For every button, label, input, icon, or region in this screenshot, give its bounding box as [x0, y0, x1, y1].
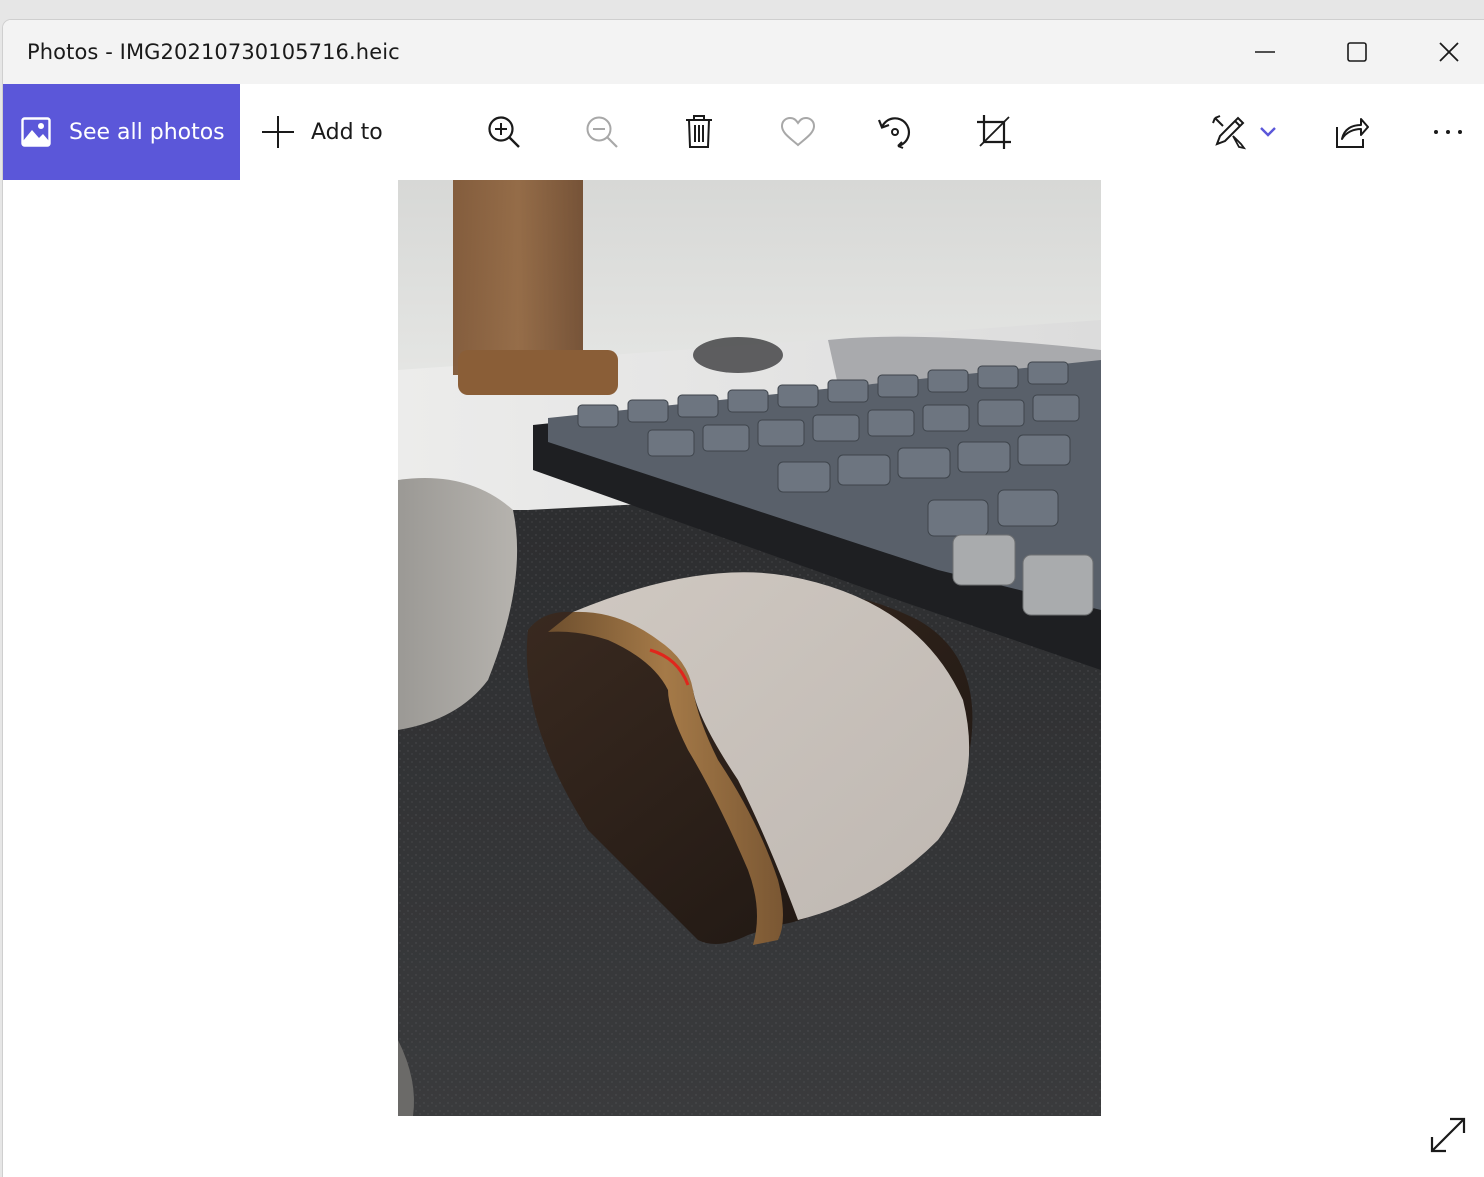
- chevron-down-icon: [1260, 127, 1276, 137]
- maximize-icon: [1347, 42, 1367, 62]
- zoom-out-button[interactable]: [582, 112, 622, 152]
- zoom-in-icon: [488, 116, 520, 148]
- fullscreen-button[interactable]: [1428, 1115, 1468, 1155]
- photos-window: Photos - IMG20210730105716.heic See all …: [3, 20, 1484, 1177]
- favorite-button[interactable]: [778, 112, 818, 152]
- close-icon: [1439, 42, 1459, 62]
- more-icon: [1434, 130, 1462, 134]
- heart-icon: [780, 116, 816, 147]
- maximize-button[interactable]: [1311, 20, 1403, 84]
- photo-image[interactable]: [398, 180, 1101, 1116]
- window-title: Photos - IMG20210730105716.heic: [27, 40, 400, 64]
- zoom-in-button[interactable]: [484, 112, 524, 152]
- minimize-icon: [1255, 51, 1275, 53]
- edit-dropdown-button[interactable]: [1254, 112, 1282, 152]
- image-icon: [21, 117, 51, 147]
- share-icon: [1336, 118, 1369, 148]
- share-button[interactable]: [1332, 112, 1372, 152]
- add-to-label: Add to: [311, 119, 383, 145]
- crop-icon: [977, 115, 1011, 149]
- zoom-out-icon: [586, 116, 618, 148]
- rotate-button[interactable]: [875, 112, 915, 152]
- title-bar: Photos - IMG20210730105716.heic: [3, 20, 1484, 84]
- expand-icon: [1430, 1117, 1466, 1153]
- photo-viewer: [3, 180, 1484, 1177]
- close-button[interactable]: [1403, 20, 1484, 84]
- crop-button[interactable]: [974, 112, 1014, 152]
- minimize-button[interactable]: [1219, 20, 1311, 84]
- add-to-button[interactable]: Add to: [261, 84, 383, 180]
- edit-pencil-icon: [1212, 115, 1247, 150]
- see-all-photos-button[interactable]: See all photos: [3, 84, 240, 180]
- see-all-photos-label: See all photos: [69, 119, 225, 145]
- trash-icon: [686, 115, 712, 148]
- rotate-icon: [877, 117, 911, 149]
- delete-button[interactable]: [679, 112, 719, 152]
- plus-icon: [261, 115, 295, 149]
- more-options-button[interactable]: [1428, 112, 1468, 152]
- toolbar: See all photos Add to: [3, 84, 1484, 180]
- edit-button[interactable]: [1209, 112, 1249, 152]
